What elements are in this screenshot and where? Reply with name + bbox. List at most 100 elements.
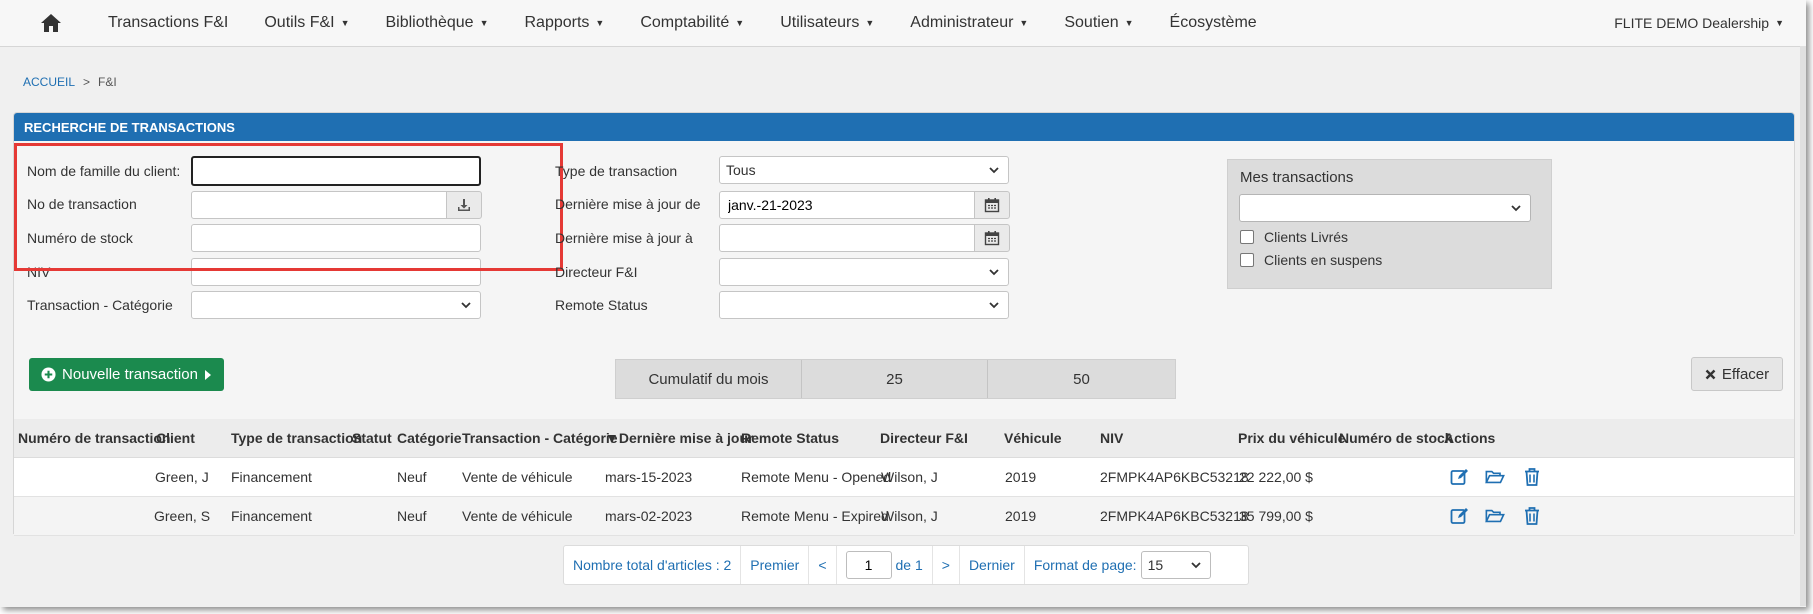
app-window: Transactions F&I Outils F&I ▼ Bibliothèqu… bbox=[0, 0, 1806, 607]
home-icon[interactable] bbox=[40, 13, 62, 33]
cumulative-value-1: 25 bbox=[802, 360, 988, 398]
folder-open-icon[interactable] bbox=[1485, 506, 1505, 526]
calendar-icon[interactable] bbox=[974, 224, 1010, 252]
updated-to-input[interactable] bbox=[719, 224, 975, 252]
nav-administrateur[interactable]: Administrateur ▼ bbox=[892, 14, 1046, 32]
total-items: Nombre total d'articles : 2 bbox=[564, 546, 742, 584]
first-page-link[interactable]: Premier bbox=[741, 546, 810, 584]
chevron-down-icon bbox=[989, 167, 999, 174]
col-price[interactable]: Prix du véhicule bbox=[1238, 419, 1345, 457]
remote-status-label: Remote Status bbox=[555, 297, 648, 313]
caret-down-icon: ▼ bbox=[595, 18, 605, 28]
page-size-select[interactable]: 15 bbox=[1140, 551, 1211, 579]
calendar-icon[interactable] bbox=[974, 191, 1010, 219]
category-select[interactable] bbox=[191, 291, 481, 319]
breadcrumb-current: F&I bbox=[98, 75, 117, 89]
page-size-value: 15 bbox=[1147, 557, 1164, 573]
vin-input[interactable] bbox=[191, 258, 481, 286]
cell-client: Green, J bbox=[155, 469, 209, 485]
chevron-down-icon bbox=[989, 269, 999, 276]
category-label: Transaction - Catégorie bbox=[27, 297, 173, 313]
cell-vehicle: 2019 bbox=[1005, 469, 1037, 485]
delivered-checkbox[interactable] bbox=[1240, 230, 1254, 244]
nav-soutien[interactable]: Soutien ▼ bbox=[1046, 14, 1151, 32]
prev-page-link[interactable]: < bbox=[809, 546, 837, 584]
pending-label: Clients en suspens bbox=[1264, 252, 1383, 268]
col-type[interactable]: Type de transaction bbox=[231, 419, 362, 457]
col-transaction-category[interactable]: Transaction - Catégorie bbox=[462, 419, 618, 457]
cell-remote-status: Remote Menu - Opened bbox=[741, 469, 892, 485]
last-page-link[interactable]: Dernier bbox=[960, 546, 1025, 584]
nav-ecosysteme[interactable]: Écosystème bbox=[1152, 14, 1275, 32]
col-vin[interactable]: NIV bbox=[1100, 419, 1123, 457]
edit-icon[interactable] bbox=[1450, 506, 1470, 526]
col-vehicle[interactable]: Véhicule bbox=[1004, 419, 1062, 457]
breadcrumb-home[interactable]: ACCUEIL bbox=[23, 75, 75, 89]
stock-no-label: Numéro de stock bbox=[27, 230, 133, 246]
cell-director: Wilson, J bbox=[881, 508, 938, 524]
cell-type: Financement bbox=[231, 469, 312, 485]
trash-icon[interactable] bbox=[1523, 506, 1543, 526]
my-transactions-select[interactable] bbox=[1239, 194, 1531, 222]
edit-icon[interactable] bbox=[1450, 467, 1470, 487]
nav-utilisateurs[interactable]: Utilisateurs ▼ bbox=[762, 14, 892, 32]
cell-transaction-category: Vente de véhicule bbox=[462, 508, 573, 524]
trash-icon[interactable] bbox=[1523, 467, 1543, 487]
pending-checkbox[interactable] bbox=[1240, 253, 1254, 267]
type-select[interactable]: Tous bbox=[719, 156, 1009, 184]
nav-rapports[interactable]: Rapports ▼ bbox=[507, 14, 623, 32]
top-navbar: Transactions F&I Outils F&I ▼ Bibliothèqu… bbox=[0, 0, 1806, 47]
director-select[interactable] bbox=[719, 258, 1009, 286]
page-size-label: Format de page: bbox=[1033, 557, 1137, 573]
updated-from-label: Dernière mise à jour de bbox=[555, 196, 701, 212]
nav-label: Bibliothèque bbox=[385, 14, 474, 31]
cell-remote-status: Remote Menu - Expired bbox=[741, 508, 889, 524]
updated-to-label: Dernière mise à jour à bbox=[555, 230, 693, 246]
vertical-scrollbar[interactable] bbox=[1800, 46, 1806, 606]
caret-down-icon: ▼ bbox=[1124, 18, 1134, 28]
nav-label: Comptabilité bbox=[640, 14, 730, 31]
cell-category: Neuf bbox=[397, 508, 427, 524]
col-last-updated[interactable]: ▼Dernière mise à jour bbox=[605, 419, 753, 457]
next-page-link[interactable]: > bbox=[933, 546, 960, 584]
col-category[interactable]: Catégorie bbox=[397, 419, 462, 457]
pagination: Nombre total d'articles : 2 Premier < de… bbox=[563, 545, 1249, 585]
clear-button[interactable]: Effacer bbox=[1691, 357, 1783, 391]
cell-client: Green, S bbox=[154, 508, 211, 524]
nav-comptabilite[interactable]: Comptabilité ▼ bbox=[622, 14, 762, 32]
my-transactions-box: Mes transactions Clients Livrés Clients … bbox=[1227, 159, 1552, 289]
table-row[interactable]: Green, J Financement Neuf Vente de véhic… bbox=[14, 458, 1794, 497]
col-director[interactable]: Directeur F&I bbox=[880, 419, 968, 457]
col-status[interactable]: Statut bbox=[352, 419, 392, 457]
download-icon[interactable] bbox=[446, 191, 482, 219]
last-name-input[interactable] bbox=[191, 156, 481, 186]
page-size-group: Format de page: 15 bbox=[1025, 546, 1220, 584]
nav-bibliotheque[interactable]: Bibliothèque ▼ bbox=[368, 14, 507, 32]
nav-label: Administrateur bbox=[910, 14, 1014, 31]
nav-transactions[interactable]: Transactions F&I bbox=[90, 14, 246, 32]
panel-title: RECHERCHE DE TRANSACTIONS bbox=[14, 113, 1794, 141]
remote-status-select[interactable] bbox=[719, 291, 1009, 319]
dealership-menu[interactable]: FLITE DEMO Dealership ▼ bbox=[1614, 15, 1784, 31]
new-transaction-button[interactable]: Nouvelle transaction bbox=[29, 358, 224, 391]
table-row[interactable]: Green, S Financement Neuf Vente de véhic… bbox=[14, 497, 1794, 536]
col-transaction-no[interactable]: Numéro de transaction bbox=[18, 419, 170, 457]
col-remote-status[interactable]: Remote Status bbox=[741, 419, 839, 457]
folder-open-icon[interactable] bbox=[1485, 467, 1505, 487]
type-label: Type de transaction bbox=[555, 163, 678, 179]
updated-from-input[interactable] bbox=[719, 191, 975, 219]
caret-down-icon: ▼ bbox=[1775, 18, 1784, 28]
transaction-no-input[interactable] bbox=[191, 191, 447, 219]
page-count: de 1 bbox=[895, 557, 923, 573]
cell-price: 35 799,00 $ bbox=[1239, 508, 1313, 524]
last-name-label: Nom de famille du client: bbox=[27, 163, 181, 179]
chevron-down-icon bbox=[989, 302, 999, 309]
page-number-input[interactable] bbox=[845, 551, 892, 579]
nav-label: Utilisateurs bbox=[780, 14, 860, 31]
col-stock-no[interactable]: Numéro de stock bbox=[1339, 419, 1453, 457]
nav-outils[interactable]: Outils F&I ▼ bbox=[246, 14, 367, 32]
stock-no-input[interactable] bbox=[191, 224, 481, 252]
nav-label: Transactions F&I bbox=[108, 14, 229, 31]
col-client[interactable]: Client bbox=[156, 419, 195, 457]
caret-down-icon: ▼ bbox=[865, 18, 875, 28]
